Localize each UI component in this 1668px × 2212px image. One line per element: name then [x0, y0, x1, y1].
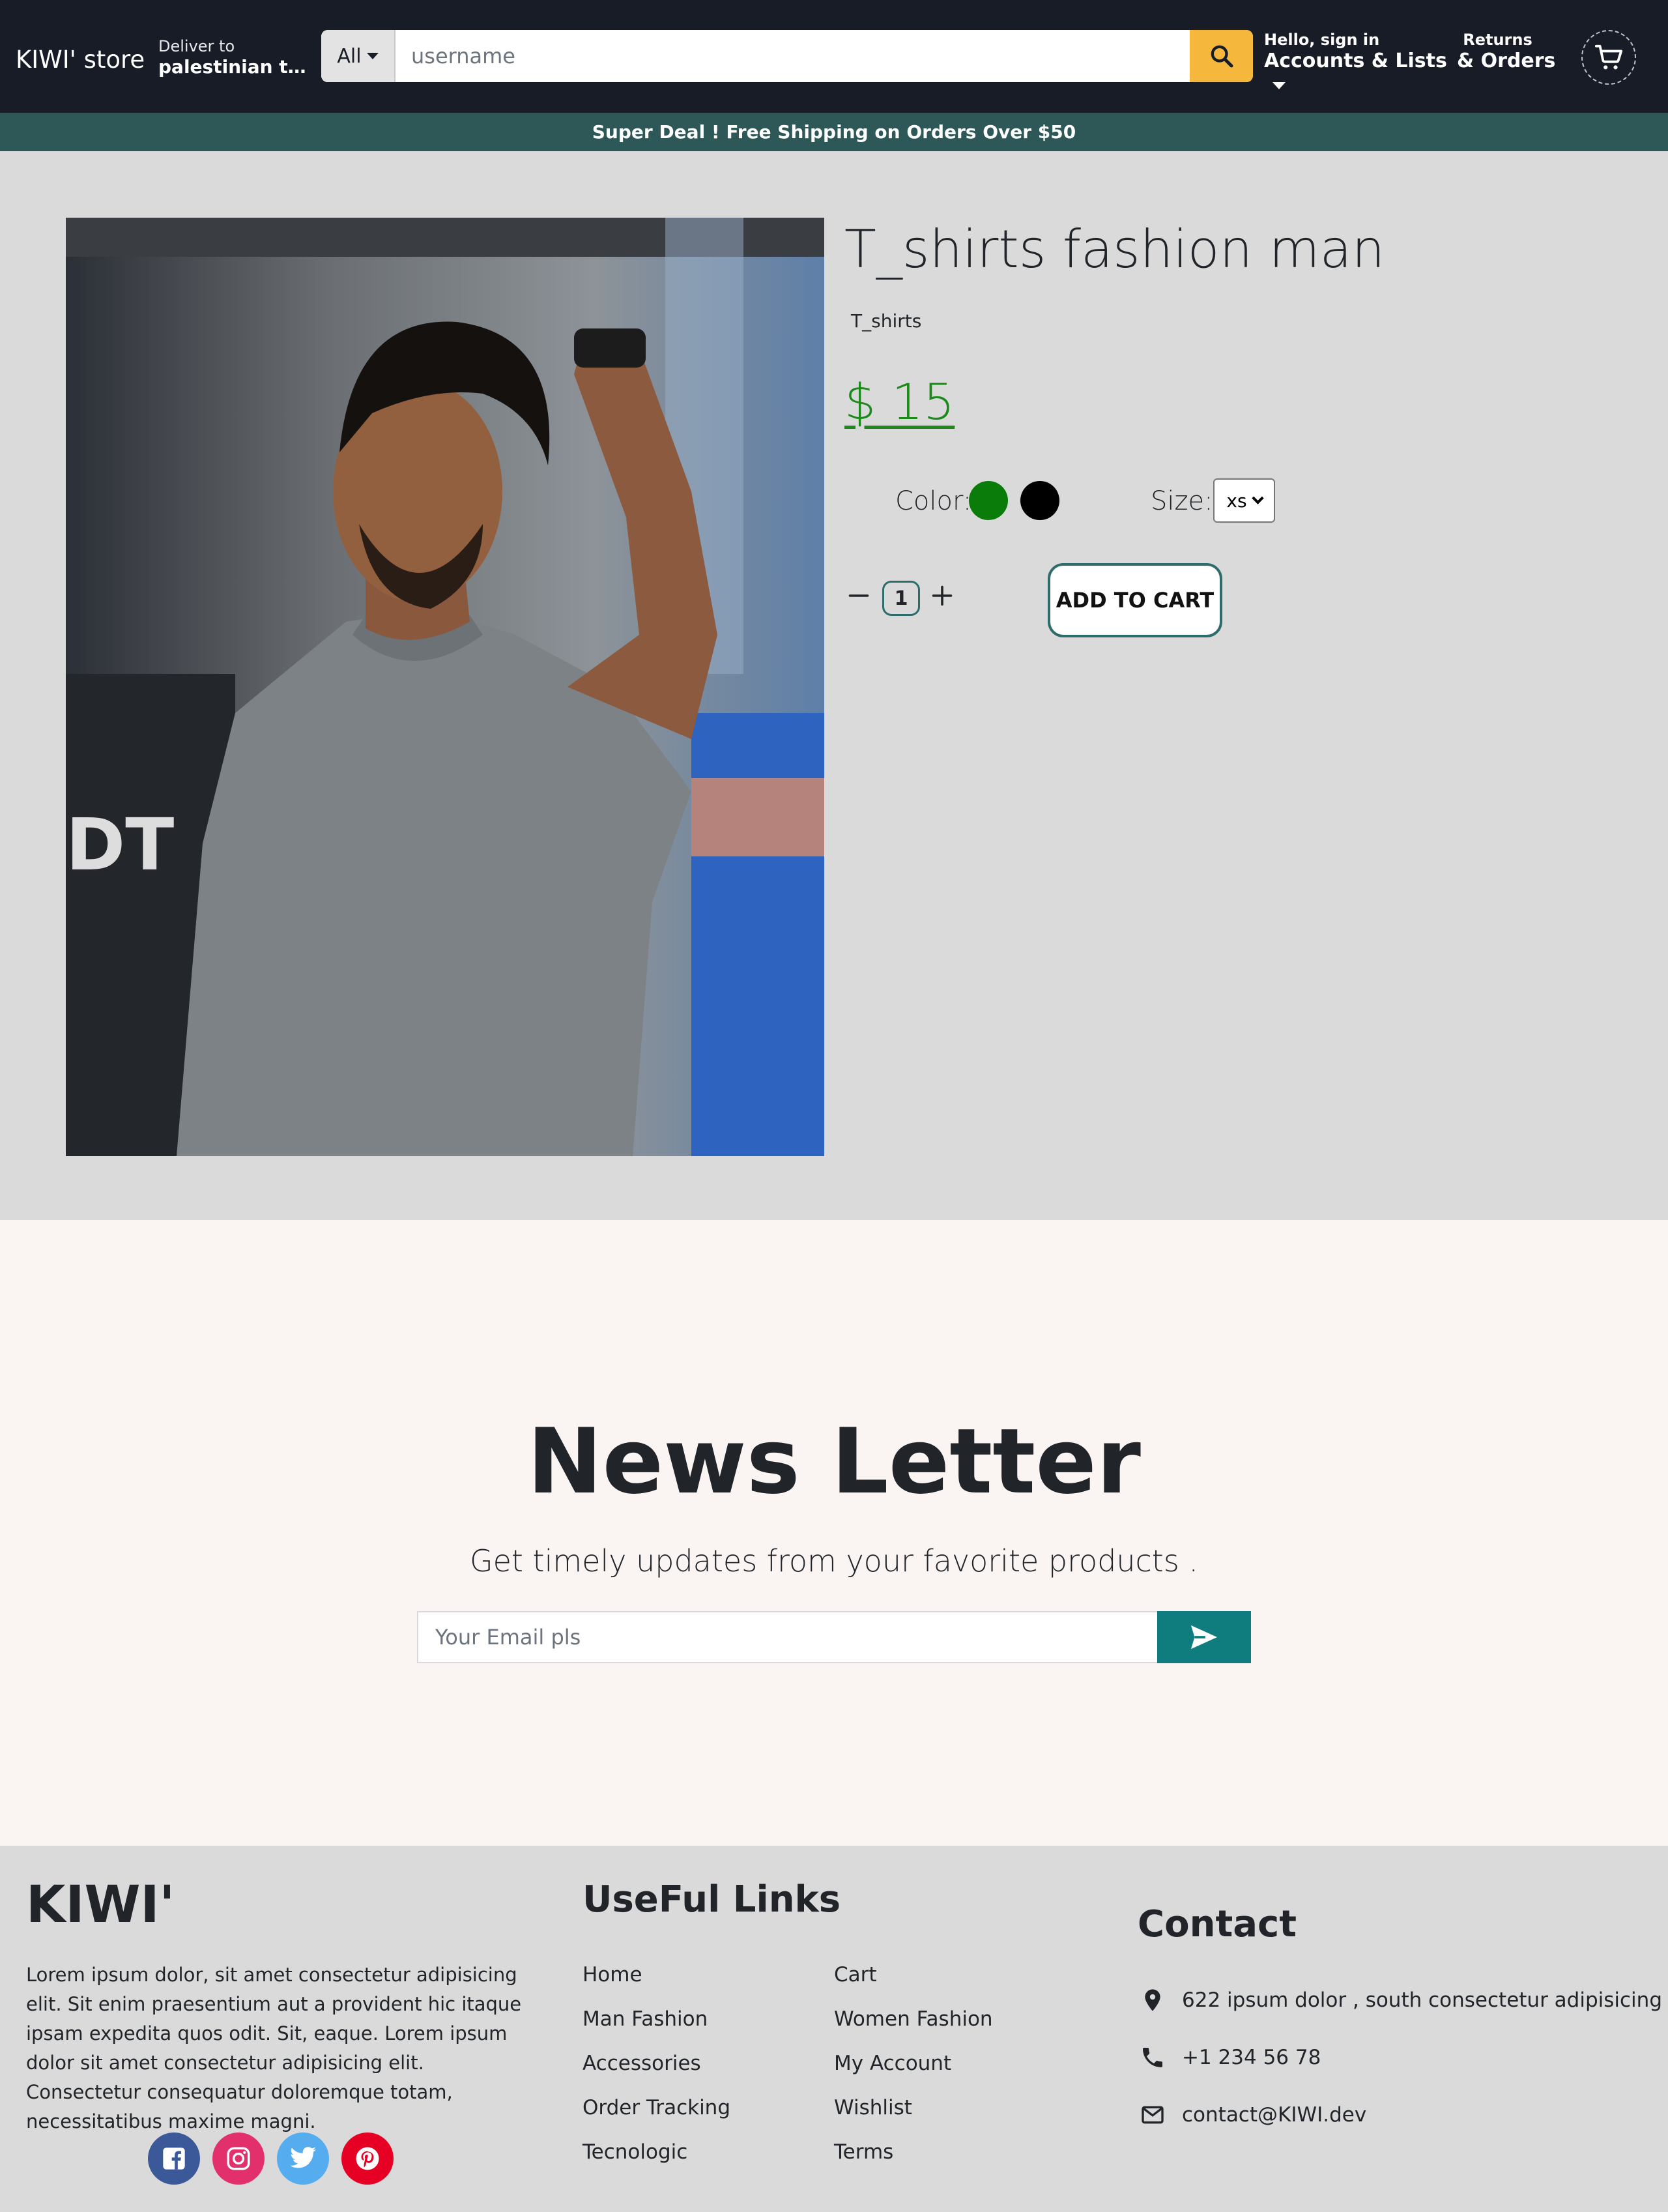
twitter-icon [290, 2147, 316, 2168]
newsletter-section: News Letter Get timely updates from your… [0, 1220, 1668, 1846]
footer-link-home[interactable]: Home [582, 1963, 642, 1986]
color-swatch-green[interactable] [969, 481, 1008, 520]
color-swatch-black[interactable] [1020, 481, 1059, 520]
footer-link-wishlist[interactable]: Wishlist [834, 2096, 912, 2119]
footer-link-terms[interactable]: Terms [834, 2140, 893, 2164]
product-price: $ 15 [844, 373, 955, 431]
size-select[interactable]: xs [1213, 478, 1275, 523]
deliver-to-label: Deliver to [158, 37, 235, 55]
newsletter-subtitle: Get timely updates from your favorite pr… [469, 1543, 1199, 1579]
newsletter-title: News Letter [527, 1409, 1141, 1514]
size-label: Size: [1151, 486, 1213, 516]
footer: KIWI' Lorem ipsum dolor, sit amet consec… [0, 1846, 1668, 2212]
facebook-button[interactable] [148, 2132, 200, 2185]
pinterest-button[interactable] [341, 2132, 394, 2185]
deliver-to[interactable]: Deliver to palestinian terri... [158, 36, 315, 78]
footer-brand: KIWI' [26, 1876, 175, 1934]
footer-link-cart[interactable]: Cart [834, 1963, 877, 1986]
deliver-location: palestinian terri... [158, 56, 315, 78]
minus-icon [848, 594, 869, 597]
quantity-decrease-button[interactable] [844, 581, 873, 610]
size-select-value: xs [1226, 489, 1247, 512]
instagram-icon [227, 2147, 250, 2170]
orders-label: & Orders [1457, 50, 1556, 72]
footer-link-women-fashion[interactable]: Women Fashion [834, 2007, 993, 2031]
color-label: Color: [895, 486, 972, 516]
cart-button[interactable] [1581, 30, 1636, 85]
send-icon [1191, 1625, 1217, 1650]
contact-title: Contact [1138, 1903, 1297, 1945]
search-button[interactable] [1190, 30, 1253, 82]
useful-links-title: UseFul Links [582, 1878, 841, 1921]
pinterest-icon [356, 2147, 379, 2170]
promo-banner: Super Deal ! Free Shipping on Orders Ove… [0, 113, 1668, 151]
contact-email: contact@KIWI.dev [1138, 2100, 1366, 2130]
footer-link-order-tracking[interactable]: Order Tracking [582, 2096, 730, 2119]
search-bar: All [321, 30, 1253, 82]
search-input[interactable] [395, 30, 1190, 82]
footer-link-tecnologic[interactable]: Tecnologic [582, 2140, 687, 2164]
footer-about-text: Lorem ipsum dolor, sit amet consectetur … [26, 1964, 522, 2132]
chevron-down-icon [1251, 492, 1264, 504]
product-category: T_shirts [851, 310, 922, 332]
location-pin-icon [1138, 1985, 1168, 2015]
caret-down-icon [1273, 82, 1286, 89]
contact-phone: +1 234 56 78 [1138, 2043, 1321, 2073]
product-photo: DT [66, 218, 824, 1156]
product-section: DT T_shirts fashion man T_shirts $ 15 Co… [0, 151, 1668, 1220]
add-to-cart-button[interactable]: ADD TO CART [1048, 563, 1222, 637]
newsletter-form [417, 1611, 1251, 1663]
contact-phone-text: +1 234 56 78 [1182, 2046, 1321, 2069]
account-greeting: Hello, sign in [1264, 31, 1380, 49]
footer-link-accessories[interactable]: Accessories [582, 2052, 701, 2075]
twitter-button[interactable] [277, 2132, 329, 2185]
returns-label: Returns [1463, 31, 1532, 49]
shopping-cart-icon [1594, 44, 1623, 70]
account-lists-label: Accounts & Lists [1264, 50, 1447, 72]
facebook-icon [163, 2147, 185, 2170]
svg-text:DT: DT [66, 803, 174, 886]
mail-icon [1138, 2100, 1168, 2130]
returns-orders-link[interactable]: Returns & Orders [1457, 30, 1556, 73]
quantity-increase-button[interactable] [928, 581, 956, 610]
search-category-label: All [337, 44, 362, 68]
footer-link-my-account[interactable]: My Account [834, 2052, 951, 2075]
footer-link-man-fashion[interactable]: Man Fashion [582, 2007, 708, 2031]
quantity-value: 1 [882, 581, 920, 616]
newsletter-send-button[interactable] [1157, 1611, 1251, 1663]
plus-icon [932, 585, 953, 606]
newsletter-email-input[interactable] [417, 1611, 1157, 1663]
contact-email-text: contact@KIWI.dev [1182, 2103, 1367, 2127]
product-image: DT [66, 218, 824, 1156]
store-logo[interactable]: KIWI' store [16, 46, 145, 74]
top-navbar: KIWI' store Deliver to palestinian terri… [0, 0, 1668, 113]
contact-address: 622 ipsum dolor , south consectetur adip… [1138, 1985, 1662, 2015]
search-icon [1211, 45, 1233, 68]
caret-down-icon [366, 53, 379, 59]
instagram-button[interactable] [212, 2132, 265, 2185]
search-category-dropdown[interactable]: All [321, 30, 395, 82]
phone-icon [1138, 2043, 1168, 2073]
account-menu[interactable]: Hello, sign in Accounts & Lists [1264, 30, 1447, 89]
product-title: T_shirts fashion man [844, 219, 1385, 280]
contact-address-text: 622 ipsum dolor , south consectetur adip… [1182, 1988, 1662, 2012]
